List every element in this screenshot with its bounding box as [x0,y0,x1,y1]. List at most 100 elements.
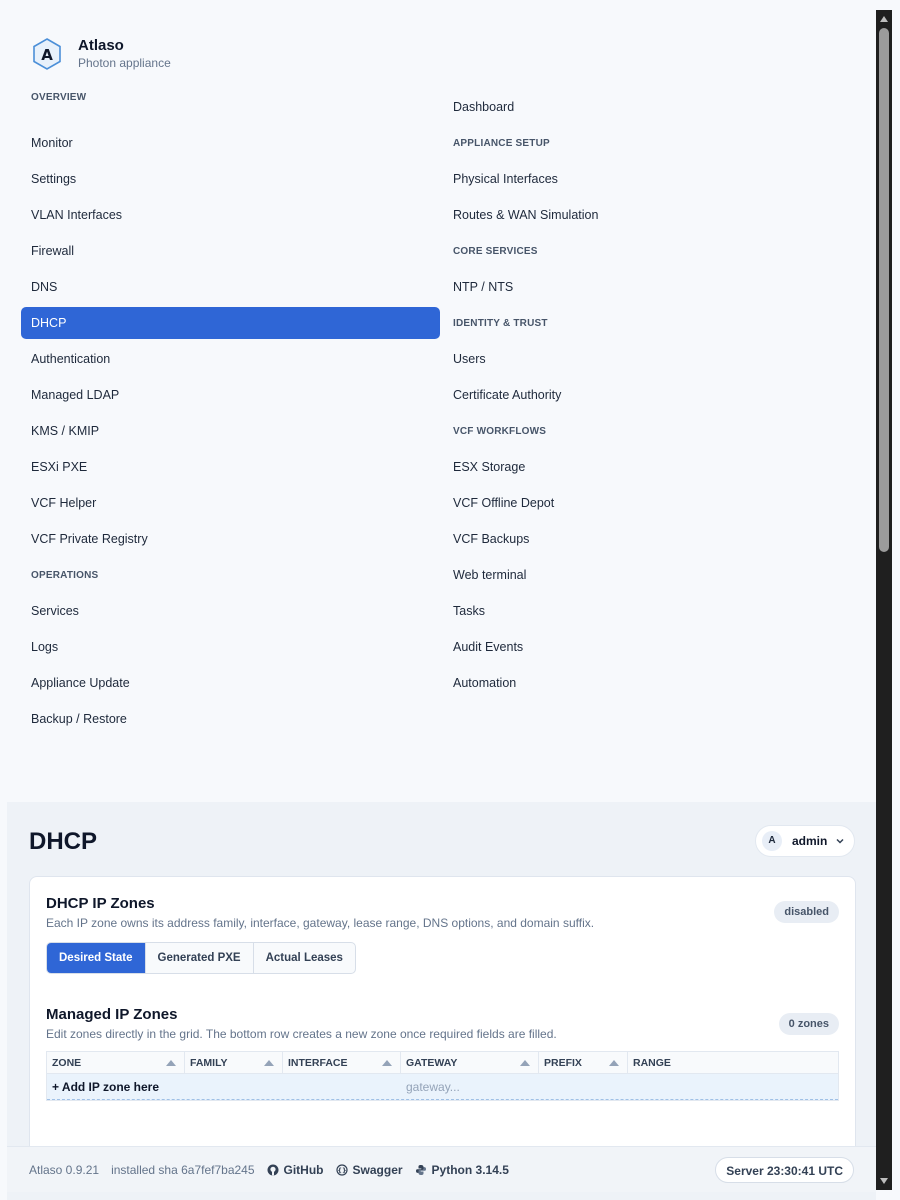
nav-item-vcf-helper[interactable]: VCF Helper [21,487,440,519]
column-header-zone[interactable]: ZONE [47,1052,185,1073]
nav-item-certificate-authority[interactable]: Certificate Authority [443,379,861,411]
add-zone-row[interactable]: + Add IP zone here gateway... [47,1074,838,1100]
nav-item-dhcp[interactable]: DHCP [21,307,440,339]
github-link[interactable]: GitHub [267,1163,324,1177]
footer: Atlaso 0.9.21 installed sha 6a7fef7ba245… [7,1146,876,1192]
tab-desired-state[interactable]: Desired State [47,943,146,973]
sort-icon[interactable] [520,1060,530,1066]
column-header-prefix[interactable]: PREFIX [539,1052,628,1073]
app-version: Atlaso 0.9.21 [29,1163,100,1177]
chevron-down-icon [836,838,844,844]
nav-item-kms-kmip[interactable]: KMS / KMIP [21,415,440,447]
prefix-cell[interactable] [539,1074,628,1099]
sort-icon[interactable] [166,1060,176,1066]
column-label: GATEWAY [406,1057,458,1069]
zones-count-badge: 0 zones [778,1013,839,1035]
nav-item-logs[interactable]: Logs [21,631,440,663]
nav-item-esxi-pxe[interactable]: ESXi PXE [21,451,440,483]
footer-info: Atlaso 0.9.21 installed sha 6a7fef7ba245… [29,1163,509,1177]
nav-item-users[interactable]: Users [443,343,861,375]
nav-item-routes-wan[interactable]: Routes & WAN Simulation [443,199,861,231]
main-content: DHCP A admin DHCP IP Zones Each IP zone … [7,802,876,1200]
nav-item-authentication[interactable]: Authentication [21,343,440,375]
dhcp-zones-card: DHCP IP Zones Each IP zone owns its addr… [29,876,856,1166]
user-name: admin [792,834,828,848]
zones-description: Edit zones directly in the grid. The bot… [46,1027,557,1041]
tab-actual-leases[interactable]: Actual Leases [254,943,355,973]
avatar: A [762,831,782,851]
nav-item-tasks[interactable]: Tasks [443,595,861,627]
nav-item-managed-ldap[interactable]: Managed LDAP [21,379,440,411]
card-title: DHCP IP Zones [46,895,155,912]
github-label: GitHub [283,1163,324,1177]
nav-section-overview: OVERVIEW [31,92,87,103]
swagger-label: Swagger [352,1163,403,1177]
swagger-link[interactable]: {} Swagger [335,1163,403,1177]
nav-section-core-services: CORE SERVICES [453,246,538,257]
grid-header: ZONE FAMILY INTERFACE GATEWAY PREFIX RAN… [47,1052,838,1074]
column-header-range[interactable]: RANGE [628,1052,838,1073]
sort-icon[interactable] [264,1060,274,1066]
nav-item-vcf-private-registry[interactable]: VCF Private Registry [21,523,440,555]
brand-name: Atlaso [78,37,124,54]
nav-item-backup-restore[interactable]: Backup / Restore [21,703,440,735]
nav-item-vlan-interfaces[interactable]: VLAN Interfaces [21,199,440,231]
view-tabs: Desired State Generated PXE Actual Lease… [46,942,356,974]
page: A Atlaso Photon appliance OVERVIEW Dashb… [0,0,876,1200]
brand-subtitle: Photon appliance [78,56,171,70]
column-label: ZONE [52,1057,82,1069]
tab-generated-pxe[interactable]: Generated PXE [146,943,254,973]
nav-section-operations: OPERATIONS [31,570,99,581]
nav-section-identity-trust: IDENTITY & TRUST [453,318,548,329]
column-label: FAMILY [190,1057,228,1069]
nav-item-monitor[interactable]: Monitor [21,127,440,159]
nav-item-ntp-nts[interactable]: NTP / NTS [443,271,861,303]
column-label: PREFIX [544,1057,582,1069]
atlaso-logo-icon: A [33,37,61,70]
scroll-up-arrow-icon[interactable] [880,16,888,22]
page-title: DHCP [29,828,98,855]
vertical-scrollbar[interactable] [876,10,892,1190]
nav-item-firewall[interactable]: Firewall [21,235,440,267]
nav-item-services[interactable]: Services [21,595,440,627]
user-menu-button[interactable]: A admin [755,825,855,857]
server-time-badge: Server 23:30:41 UTC [715,1157,854,1183]
gateway-cell[interactable]: gateway... [401,1074,539,1099]
column-header-family[interactable]: FAMILY [185,1052,283,1073]
nav-item-physical-interfaces[interactable]: Physical Interfaces [443,163,861,195]
python-link[interactable]: Python 3.14.5 [415,1163,509,1177]
nav-item-settings[interactable]: Settings [21,163,440,195]
nav-item-appliance-update[interactable]: Appliance Update [21,667,440,699]
python-label: Python 3.14.5 [431,1163,509,1177]
range-cell[interactable] [628,1074,838,1099]
installed-sha: installed sha 6a7fef7ba245 [111,1163,255,1177]
nav-item-vcf-offline-depot[interactable]: VCF Offline Depot [443,487,861,519]
status-badge: disabled [774,901,839,923]
svg-text:A: A [41,46,53,64]
zones-grid: ZONE FAMILY INTERFACE GATEWAY PREFIX RAN… [46,1051,839,1101]
scrollbar-thumb[interactable] [879,28,889,552]
sort-icon[interactable] [609,1060,619,1066]
card-description: Each IP zone owns its address family, in… [46,916,595,930]
scroll-down-arrow-icon[interactable] [880,1178,888,1184]
nav-section-appliance-setup: APPLIANCE SETUP [453,138,550,149]
nav-item-dns[interactable]: DNS [21,271,440,303]
nav-item-vcf-backups[interactable]: VCF Backups [443,523,861,555]
nav-item-esx-storage[interactable]: ESX Storage [443,451,861,483]
nav-section-vcf-workflows: VCF WORKFLOWS [453,426,547,437]
column-label: INTERFACE [288,1057,348,1069]
github-icon [267,1164,279,1176]
nav-item-dashboard[interactable]: Dashboard [443,91,861,123]
add-zone-cell[interactable]: + Add IP zone here [47,1074,401,1099]
sort-icon[interactable] [382,1060,392,1066]
column-label: RANGE [633,1057,671,1069]
swagger-icon: {} [335,1164,348,1176]
brand[interactable]: A Atlaso Photon appliance [30,36,171,71]
zones-title: Managed IP Zones [46,1006,178,1023]
column-header-interface[interactable]: INTERFACE [283,1052,401,1073]
nav-item-web-terminal[interactable]: Web terminal [443,559,861,591]
python-icon [415,1165,426,1175]
nav-item-automation[interactable]: Automation [443,667,861,699]
nav-item-audit-events[interactable]: Audit Events [443,631,861,663]
column-header-gateway[interactable]: GATEWAY [401,1052,539,1073]
